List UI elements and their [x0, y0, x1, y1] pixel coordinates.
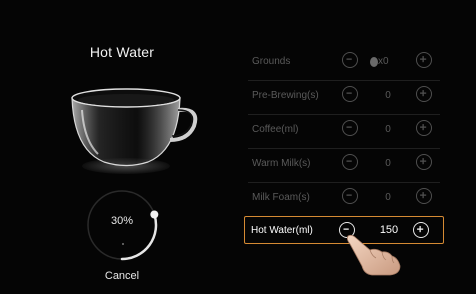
setting-row-grounds: Grounds x0 — [244, 49, 444, 81]
minus-icon — [346, 58, 352, 60]
increase-button[interactable] — [416, 154, 432, 170]
brew-progress-ring: 30% — [85, 188, 171, 274]
setting-label: Coffee(ml) — [252, 124, 299, 135]
row-divider — [248, 114, 440, 115]
setting-value: 0 — [385, 192, 391, 203]
setting-row-warm-milk: Warm Milk(s) 0 — [244, 151, 444, 183]
plus-icon — [420, 90, 427, 97]
progress-percent: 30% — [110, 215, 134, 227]
plus-icon — [417, 226, 424, 233]
minus-icon — [346, 160, 352, 162]
progress-center-dot — [122, 243, 124, 245]
row-divider — [248, 148, 440, 149]
increase-button[interactable] — [416, 52, 432, 68]
cup-image — [71, 88, 198, 174]
setting-label: Milk Foam(s) — [252, 192, 310, 203]
setting-value: 0 — [385, 124, 391, 135]
setting-row-pre-brewing: Pre-Brewing(s) 0 — [244, 83, 444, 115]
plus-icon — [420, 56, 427, 63]
plus-icon — [420, 124, 427, 131]
setting-row-hot-water: Hot Water(ml) 150 — [244, 216, 444, 244]
plus-icon — [420, 158, 427, 165]
row-divider — [248, 80, 440, 81]
settings-panel: Grounds x0 Pre-Brewing(s) 0 Coffee(ml) 0… — [244, 45, 444, 280]
setting-value: 0 — [385, 90, 391, 101]
setting-label: Grounds — [252, 56, 291, 67]
setting-label: Warm Milk(s) — [252, 158, 311, 169]
decrease-button[interactable] — [342, 188, 358, 204]
pointing-hand-icon — [346, 234, 401, 276]
minus-icon — [346, 126, 352, 128]
setting-value: 0 — [385, 158, 391, 169]
coffee-bean-icon — [370, 57, 378, 67]
cancel-button[interactable]: Cancel — [86, 270, 158, 282]
brew-screen: Hot Water 30% Cancel Grounds x0 Pre-Brew… — [0, 0, 476, 294]
decrease-button[interactable] — [342, 52, 358, 68]
setting-label: Pre-Brewing(s) — [252, 90, 319, 101]
minus-icon — [346, 194, 352, 196]
increase-button[interactable] — [416, 86, 432, 102]
setting-label: Hot Water(ml) — [251, 225, 313, 236]
setting-row-coffee: Coffee(ml) 0 — [244, 117, 444, 149]
decrease-button[interactable] — [342, 86, 358, 102]
plus-icon — [420, 192, 427, 199]
minus-icon — [346, 92, 352, 94]
increase-button[interactable] — [413, 222, 429, 238]
decrease-button[interactable] — [342, 154, 358, 170]
row-divider — [248, 182, 440, 183]
setting-row-milk-foam: Milk Foam(s) 0 — [244, 185, 444, 211]
setting-value: x0 — [378, 56, 389, 67]
product-title: Hot Water — [89, 44, 155, 60]
increase-button[interactable] — [416, 120, 432, 136]
decrease-button[interactable] — [342, 120, 358, 136]
increase-button[interactable] — [416, 188, 432, 204]
